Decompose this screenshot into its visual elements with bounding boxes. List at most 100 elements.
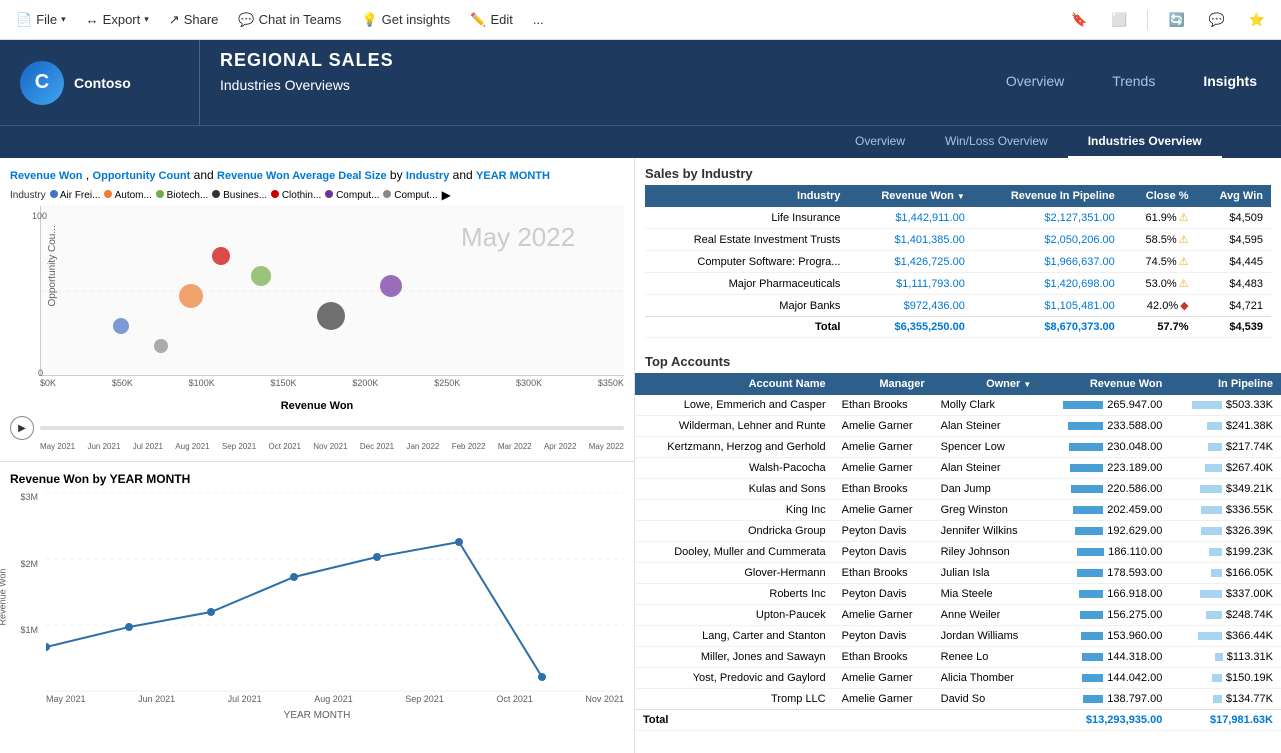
account-name: Dooley, Muller and Cummerata [635, 542, 834, 563]
company-name: Contoso [74, 75, 131, 91]
export-menu[interactable]: ↔ Export ▾ [78, 8, 157, 31]
title-industry[interactable]: Industry [406, 170, 449, 182]
share-icon: ↗ [169, 12, 180, 28]
manager-cell: Amelie Garner [834, 416, 933, 437]
sub-tab-overview[interactable]: Overview [835, 126, 925, 158]
filter-dot-comp1[interactable]: Comput... [325, 190, 379, 201]
account-name: Glover-Hermann [635, 563, 834, 584]
manager-cell: Peyton Davis [834, 626, 933, 647]
timeline-bar[interactable] [40, 426, 624, 430]
nav-overview[interactable]: Overview [982, 40, 1088, 125]
insights-icon: 💡 [361, 12, 377, 28]
title-year-month[interactable]: YEAR MONTH [476, 170, 550, 182]
total-pipeline: $17,981.63K [1170, 710, 1281, 731]
accounts-table-wrap[interactable]: Account Name Manager Owner ▼ Revenue Won… [635, 373, 1281, 753]
star-button[interactable]: ⭐ [1241, 8, 1273, 32]
file-menu[interactable]: 📄 File ▾ [8, 8, 74, 32]
main-content: Revenue Won , Opportunity Count and Reve… [0, 158, 1281, 753]
more-button[interactable]: ... [525, 8, 552, 31]
col-revenue-won[interactable]: Revenue Won ▼ [848, 185, 972, 207]
line-chart-x-title: YEAR MONTH [10, 710, 624, 721]
chat-teams-button[interactable]: 💬 Chat in Teams [230, 8, 349, 32]
owner-cell: Mia Steele [933, 584, 1040, 605]
manager-cell: Ethan Brooks [834, 563, 933, 584]
report-subtitle: Industries Overviews [220, 77, 962, 93]
sub-tabs: Overview Win/Loss Overview Industries Ov… [835, 126, 1222, 158]
comment-button[interactable]: 💬 [1201, 8, 1233, 32]
avg-win-cell: $4,595 [1197, 229, 1271, 251]
line-chart-svg [46, 492, 624, 692]
toolbar: 📄 File ▾ ↔ Export ▾ ↗ Share 💬 Chat in Te… [0, 0, 1281, 40]
bookmark-button[interactable]: 🔖 [1063, 8, 1095, 32]
filter-dot-bio[interactable]: Biotech... [156, 190, 208, 201]
pipeline-cell: $8,670,373.00 [973, 317, 1123, 338]
industry-name: Major Pharmaceuticals [645, 273, 848, 295]
revenue-cell: 166.918.00 [1039, 584, 1170, 605]
revenue-won-cell: $6,355,250.00 [848, 317, 972, 338]
revenue-won-cell: $1,442,911.00 [848, 207, 972, 229]
title-opp-count[interactable]: Opportunity Count [93, 170, 191, 182]
pipeline-cell-acc: $267.40K [1170, 458, 1281, 479]
account-name: Kulas and Sons [635, 479, 834, 500]
share-button[interactable]: ↗ Share [161, 8, 227, 32]
timeline-labels: May 2021 Jun 2021 Jul 2021 Aug 2021 Sep … [40, 442, 624, 451]
title-avg-deal[interactable]: Revenue Won Average Deal Size [217, 170, 387, 182]
revenue-cell: 202.459.00 [1039, 500, 1170, 521]
filter-dot-cloth[interactable]: Clothin... [271, 190, 321, 201]
view-button[interactable]: ⬜ [1103, 8, 1135, 32]
close-pct-cell: 74.5%⚠ [1123, 251, 1197, 273]
edit-icon: ✏️ [470, 12, 486, 28]
pipeline-cell-acc: $166.05K [1170, 563, 1281, 584]
scatter-chart-section: Revenue Won , Opportunity Count and Reve… [0, 158, 634, 461]
col-account-name[interactable]: Account Name [635, 373, 834, 395]
pipeline-cell-acc: $150.19K [1170, 668, 1281, 689]
sales-by-industry-title: Sales by Industry [635, 158, 1281, 185]
revenue-won-cell: $1,111,793.00 [848, 273, 972, 295]
play-button[interactable]: ▶ [10, 416, 34, 440]
line-chart-section: Revenue Won by YEAR MONTH $3M $2M $1M Re… [0, 461, 634, 753]
industry-name: Major Banks [645, 295, 848, 317]
industry-filters: Industry Air Frei... Autom... Biotech...… [10, 188, 624, 202]
col-manager: Manager [834, 373, 933, 395]
filter-dot-comp2[interactable]: Comput... [383, 190, 437, 201]
account-name: Wilderman, Lehner and Runte [635, 416, 834, 437]
pipeline-cell: $2,050,206.00 [973, 229, 1123, 251]
owner-cell: Alan Steiner [933, 458, 1040, 479]
revenue-cell: 223.189.00 [1039, 458, 1170, 479]
revenue-won-cell: $972,436.00 [848, 295, 972, 317]
sub-tab-industries[interactable]: Industries Overview [1068, 126, 1222, 158]
nav-insights[interactable]: Insights [1179, 40, 1281, 125]
filter-expand-icon[interactable]: ▶ [442, 188, 451, 202]
header-logo: C Contoso [0, 40, 200, 125]
col-close-pct: Close % [1123, 185, 1197, 207]
refresh-button[interactable]: 🔄 [1160, 8, 1192, 32]
nav-trends[interactable]: Trends [1088, 40, 1179, 125]
pipeline-cell-acc: $113.31K [1170, 647, 1281, 668]
sub-nav-spacer [0, 126, 835, 158]
account-name: Miller, Jones and Sawayn [635, 647, 834, 668]
pipeline-cell-acc: $199.23K [1170, 542, 1281, 563]
top-accounts-section: Top Accounts Account Name Manager Owner … [635, 346, 1281, 753]
line-chart-area: $3M $2M $1M Revenue Won [10, 492, 624, 732]
header: C Contoso REGIONAL SALES Industries Over… [0, 40, 1281, 125]
top-accounts-title: Top Accounts [635, 346, 1281, 373]
title-revenue-won[interactable]: Revenue Won [10, 170, 83, 182]
owner-cell: Riley Johnson [933, 542, 1040, 563]
col-owner[interactable]: Owner ▼ [933, 373, 1040, 395]
sales-by-industry-table: Industry Revenue Won ▼ Revenue In Pipeli… [645, 185, 1271, 338]
filter-dot-air[interactable]: Air Frei... [50, 190, 101, 201]
account-name: Upton-Paucek [635, 605, 834, 626]
owner-cell: Molly Clark [933, 395, 1040, 416]
y-axis-label: Opportunity Cou... [47, 225, 58, 306]
get-insights-button[interactable]: 💡 Get insights [353, 8, 458, 32]
pipeline-cell-acc: $503.33K [1170, 395, 1281, 416]
sub-tab-winloss[interactable]: Win/Loss Overview [925, 126, 1068, 158]
owner-cell: Jordan Williams [933, 626, 1040, 647]
toolbar-divider [1147, 10, 1148, 30]
avg-win-cell: $4,483 [1197, 273, 1271, 295]
close-pct-cell: 57.7% [1123, 317, 1197, 338]
industry-name: Real Estate Investment Trusts [645, 229, 848, 251]
edit-button[interactable]: ✏️ Edit [462, 8, 521, 32]
filter-dot-auto[interactable]: Autom... [104, 190, 151, 201]
filter-dot-bus[interactable]: Busines... [212, 190, 267, 201]
